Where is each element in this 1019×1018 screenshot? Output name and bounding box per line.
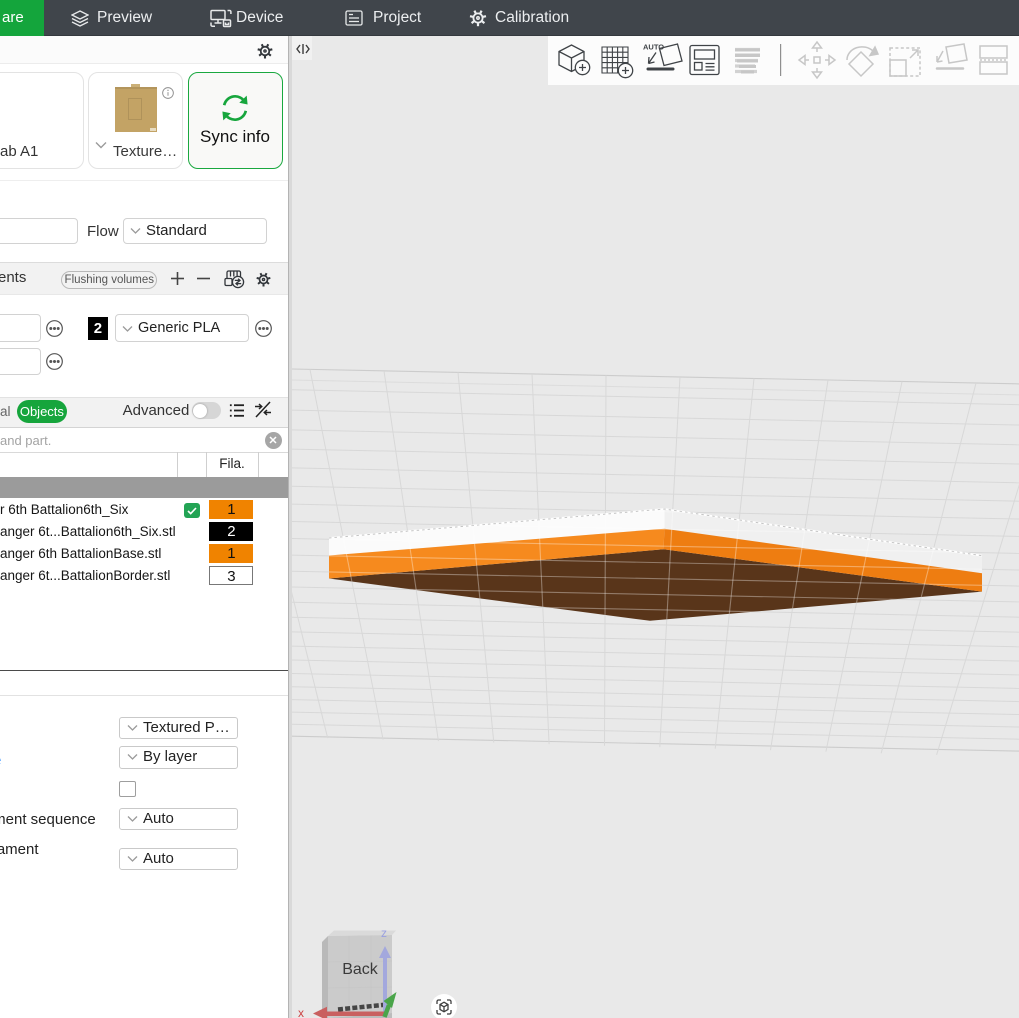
svg-text:x: x [298, 1006, 304, 1018]
svg-text:Back: Back [342, 961, 379, 978]
svg-text:z: z [381, 926, 387, 940]
svg-text:AUTO: AUTO [643, 43, 664, 52]
